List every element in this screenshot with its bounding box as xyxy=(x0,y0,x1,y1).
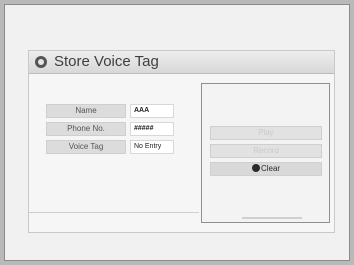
record-button[interactable]: Record xyxy=(210,144,322,158)
name-value: AAA xyxy=(130,104,174,118)
voice-tag-value: No Entry xyxy=(130,140,174,154)
clear-button-label: Clear xyxy=(260,164,281,173)
voice-tag-screen: Store Voice Tag Name AAA Phone No. #####… xyxy=(28,50,335,233)
action-panel: Play Record Clear xyxy=(201,83,330,223)
selection-dot-icon xyxy=(251,164,260,172)
play-button[interactable]: Play xyxy=(210,126,322,140)
screen-title: Store Voice Tag xyxy=(54,53,159,70)
voice-tag-label: Voice Tag xyxy=(46,140,126,154)
panel-footer-bar xyxy=(242,217,302,219)
clear-button[interactable]: Clear xyxy=(210,162,322,176)
title-bar: Store Voice Tag xyxy=(29,51,334,74)
phone-label: Phone No. xyxy=(46,122,126,136)
figure-frame: Store Voice Tag Name AAA Phone No. #####… xyxy=(4,4,350,261)
phone-value: ##### xyxy=(130,122,174,136)
divider xyxy=(29,212,199,213)
name-label: Name xyxy=(46,104,126,118)
radio-bullet-icon xyxy=(35,56,47,68)
